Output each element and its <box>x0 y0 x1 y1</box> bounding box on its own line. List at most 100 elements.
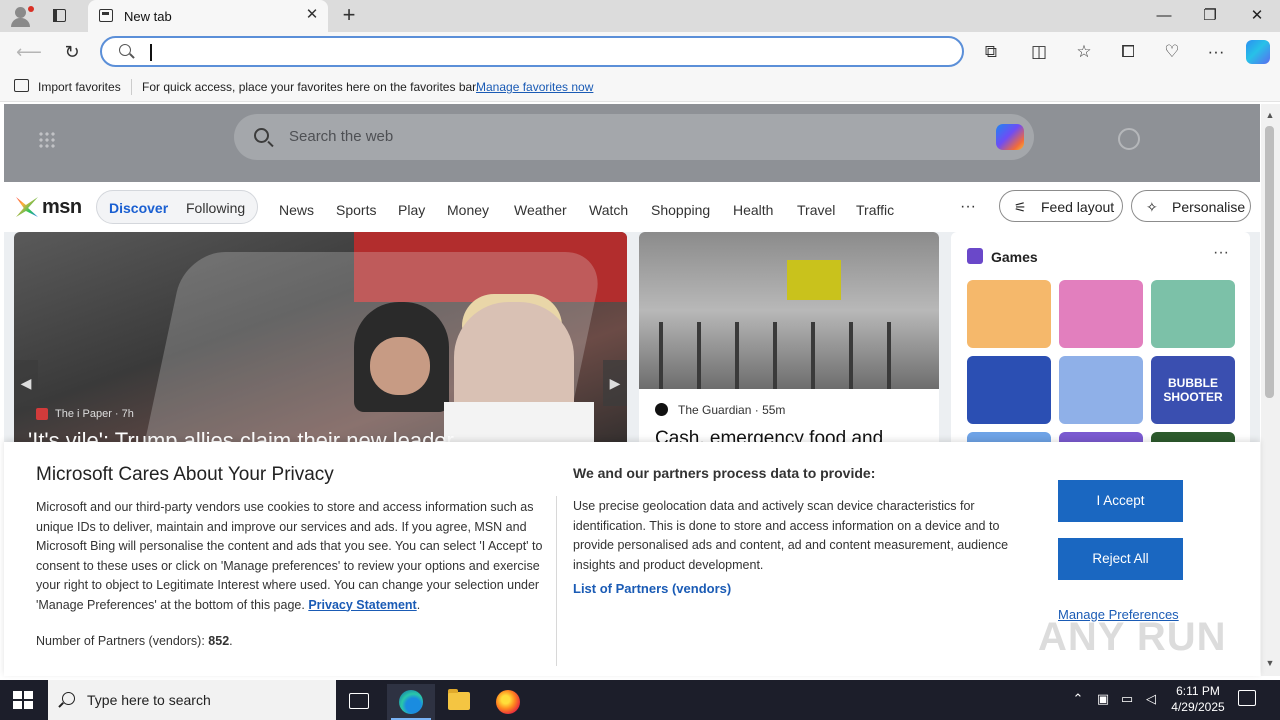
search-icon <box>254 128 269 143</box>
nav-traffic[interactable]: Traffic <box>856 202 894 218</box>
copilot-search-icon[interactable] <box>996 124 1024 150</box>
tab-actions-icon[interactable] <box>48 6 70 26</box>
new-tab-button[interactable]: + <box>338 4 360 27</box>
tab-discover[interactable]: Discover <box>109 200 168 216</box>
firefox-icon <box>496 690 520 714</box>
nav-play[interactable]: Play <box>398 202 425 218</box>
carousel-next-button[interactable]: ▶ <box>603 360 627 406</box>
page-scrollbar[interactable]: ▲ ▼ <box>1261 104 1280 676</box>
nav-travel[interactable]: Travel <box>797 202 835 218</box>
scrollbar-thumb[interactable] <box>1265 126 1274 398</box>
browser-essentials-icon[interactable]: ♡ <box>1160 40 1184 64</box>
game-tile[interactable] <box>967 280 1051 348</box>
tab-new-tab[interactable]: New tab ✕ <box>88 0 328 32</box>
collections-icon[interactable]: ⧠ <box>1116 40 1140 64</box>
game-tile[interactable] <box>1151 280 1235 348</box>
privacy-purposes: Use precise geolocation data and activel… <box>573 499 1009 572</box>
address-input[interactable] <box>154 42 934 62</box>
import-icon <box>14 79 29 92</box>
msn-butterfly-icon <box>16 197 38 217</box>
windows-start-icon[interactable] <box>13 691 33 709</box>
back-icon[interactable]: ⟵ <box>16 40 42 64</box>
close-tab-button[interactable]: ✕ <box>304 7 320 23</box>
game-tile[interactable] <box>967 356 1051 424</box>
nav-health[interactable]: Health <box>733 202 773 218</box>
game-tile[interactable] <box>1059 356 1143 424</box>
minimize-button[interactable]: — <box>1150 5 1178 27</box>
scroll-up-icon[interactable]: ▲ <box>1265 110 1275 120</box>
games-card: Games ··· BUBBLE SHOOTER <box>951 232 1250 472</box>
close-window-button[interactable]: ✕ <box>1243 5 1271 27</box>
nav-watch[interactable]: Watch <box>589 202 628 218</box>
personalise-button[interactable]: ✧ Personalise <box>1131 190 1251 222</box>
manage-favorites-link[interactable]: Manage favorites now <box>476 80 593 94</box>
split-screen-icon[interactable]: ◫ <box>1027 40 1051 64</box>
nav-money[interactable]: Money <box>447 202 489 218</box>
import-favorites-button[interactable]: Import favorites <box>38 80 121 94</box>
carousel-prev-button[interactable]: ◀ <box>14 360 38 406</box>
page-settings-area <box>1112 122 1232 158</box>
partners-count: Number of Partners (vendors): 852. <box>36 634 233 648</box>
network-icon[interactable]: ▭ <box>1119 691 1135 707</box>
edge-icon <box>399 690 423 714</box>
games-more-button[interactable]: ··· <box>1213 244 1229 262</box>
favorites-star-icon[interactable]: ☆ <box>1072 40 1096 64</box>
search-placeholder: Search the web <box>289 128 394 145</box>
profile-avatar-icon[interactable] <box>8 4 34 28</box>
edge-taskbar-button[interactable] <box>387 684 435 720</box>
sparkle-icon: ✧ <box>1146 199 1158 215</box>
title-bar: New tab ✕ + — ❐ ✕ <box>0 0 1280 32</box>
web-search-box[interactable]: Search the web <box>234 114 1034 160</box>
notifications-icon[interactable] <box>1238 690 1256 706</box>
nav-weather[interactable]: Weather <box>514 202 567 218</box>
msn-logo[interactable]: msn <box>16 194 86 220</box>
story-image-face <box>370 337 430 395</box>
copilot-icon[interactable] <box>1246 40 1270 64</box>
search-icon <box>119 44 131 56</box>
chevron-up-icon[interactable]: ⌃ <box>1070 691 1086 707</box>
hero-background: Search the web <box>4 104 1260 182</box>
sliders-icon: ⚟ <box>1014 199 1027 215</box>
taskbar-search-placeholder: Type here to search <box>87 692 211 708</box>
reject-all-button[interactable]: Reject All <box>1058 538 1183 580</box>
game-tile[interactable]: BUBBLE SHOOTER <box>1151 356 1235 424</box>
address-bar[interactable] <box>100 36 964 67</box>
nav-more-button[interactable]: ··· <box>960 198 976 216</box>
news-card[interactable]: The Guardian · 55m Cash, emergency food … <box>639 232 939 462</box>
partners-list-link[interactable]: List of Partners (vendors) <box>573 581 731 596</box>
divider <box>131 79 132 95</box>
file-explorer-button[interactable] <box>435 684 483 720</box>
system-clock[interactable]: 6:11 PM 4/29/2025 <box>1163 683 1233 715</box>
top-story-card[interactable]: ◀ ▶ The i Paper · 7h 'It's vile': Trump … <box>14 232 627 462</box>
device-icon[interactable]: ▣ <box>1095 691 1111 707</box>
game-tile[interactable] <box>1059 280 1143 348</box>
nav-shopping[interactable]: Shopping <box>651 202 710 218</box>
msn-nav-bar: msn Discover Following News Sports Play … <box>4 182 1260 232</box>
nav-sports[interactable]: Sports <box>336 202 376 218</box>
news-source: The Guardian · 55m <box>678 403 786 417</box>
privacy-statement-link[interactable]: Privacy Statement <box>308 598 416 612</box>
task-view-button[interactable] <box>336 684 384 720</box>
privacy-body: Microsoft and our third-party vendors us… <box>36 500 543 612</box>
news-image <box>639 232 939 389</box>
gear-icon[interactable] <box>1118 128 1140 150</box>
tab-following[interactable]: Following <box>186 200 245 216</box>
firefox-button[interactable] <box>484 684 532 720</box>
extensions-icon[interactable]: ⧉ <box>979 40 1003 64</box>
restore-button[interactable]: ❐ <box>1196 5 1224 27</box>
volume-icon[interactable]: ◁ <box>1143 691 1159 707</box>
task-view-icon <box>349 693 369 709</box>
refresh-icon[interactable]: ↻ <box>60 40 84 64</box>
scroll-down-icon[interactable]: ▼ <box>1265 658 1275 668</box>
feed-layout-button[interactable]: ⚟ Feed layout <box>999 190 1123 222</box>
favorites-bar: Import favorites For quick access, place… <box>0 72 1280 102</box>
feed-toggle: Discover Following <box>96 190 258 224</box>
nav-news[interactable]: News <box>279 202 314 218</box>
divider <box>556 496 557 666</box>
accept-button[interactable]: I Accept <box>1058 480 1183 522</box>
taskbar-search[interactable]: Type here to search <box>48 680 336 720</box>
apps-grid-icon[interactable] <box>38 131 56 149</box>
privacy-title: Microsoft Cares About Your Privacy <box>36 464 334 485</box>
more-menu-icon[interactable]: ··· <box>1204 40 1228 64</box>
source-logo-icon <box>36 408 48 420</box>
